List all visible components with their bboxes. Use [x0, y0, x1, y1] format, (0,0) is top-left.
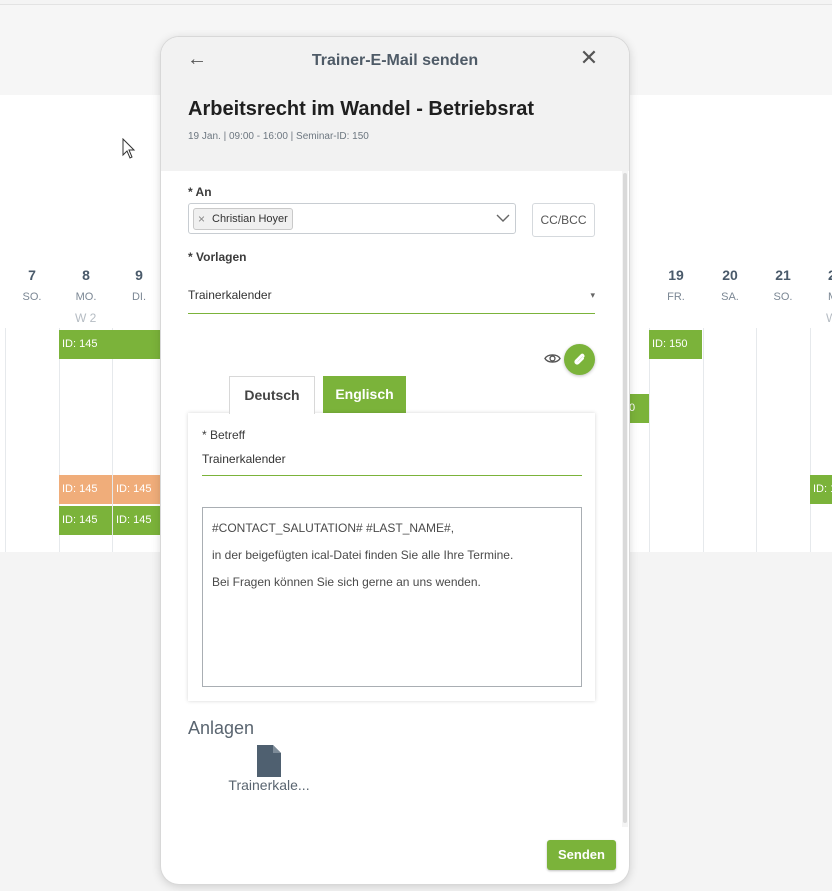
week-label: W	[826, 311, 832, 325]
calendar-column-line	[649, 328, 650, 552]
attach-button[interactable]	[564, 344, 595, 375]
send-button[interactable]: Senden	[547, 840, 616, 870]
calendar-day-header: 19 FR.	[649, 266, 703, 305]
body-line: #CONTACT_SALUTATION# #LAST_NAME#,	[212, 521, 455, 535]
attachment-name[interactable]: Trainerkale...	[223, 777, 315, 793]
tab-englisch[interactable]: Englisch	[323, 376, 406, 413]
message-body-textarea[interactable]: #CONTACT_SALUTATION# #LAST_NAME#, in der…	[202, 507, 582, 687]
calendar-event[interactable]: ID: 150	[649, 330, 702, 359]
body-line: Bei Fragen können Sie sich gerne an uns …	[212, 575, 481, 589]
calendar-day-header: 20 SA.	[703, 266, 757, 305]
day-abbr: FR.	[667, 291, 685, 303]
calendar-event[interactable]: ID: 145	[59, 475, 112, 504]
calendar-column-line	[756, 328, 757, 552]
day-abbr: SO.	[22, 291, 42, 303]
day-number: 7	[28, 267, 36, 283]
template-select[interactable]: Trainerkalender ▾	[188, 283, 595, 314]
day-number: 20	[722, 267, 738, 283]
cc-bcc-button[interactable]: CC/BCC	[532, 203, 595, 237]
paperclip-icon	[574, 353, 585, 365]
attachments-title: Anlagen	[188, 718, 255, 738]
scrollbar-thumb[interactable]	[623, 173, 627, 823]
calendar-column-line	[5, 328, 6, 552]
dialog-title: Trainer-E-Mail senden	[311, 52, 479, 69]
to-label: * An	[188, 185, 212, 199]
calendar-event[interactable]: ID: 145	[59, 330, 169, 359]
seminar-title: Arbeitsrecht im Wandel - Betriebsrat	[188, 98, 535, 120]
day-abbr: SA.	[721, 291, 739, 303]
templates-label: * Vorlagen	[188, 250, 247, 264]
calendar-column-line	[810, 328, 811, 552]
day-number: 2	[828, 267, 832, 283]
cursor-icon	[122, 138, 136, 159]
week-label: W 2	[75, 311, 97, 325]
calendar-event[interactable]: ID: 145	[59, 506, 112, 535]
calendar-day-header: 21 SO.	[756, 266, 810, 305]
day-abbr: MO.	[75, 291, 97, 303]
recipient-name: Christian Hoyer	[212, 213, 288, 225]
trainer-email-dialog: ← Trainer-E-Mail senden ✕ Arbeitsrecht i…	[161, 37, 629, 884]
calendar-day-header: 8 MO.	[59, 266, 113, 305]
close-icon[interactable]: ✕	[578, 47, 600, 69]
day-abbr: M	[828, 289, 832, 305]
seminar-meta: 19 Jan. | 09:00 - 16:00 | Seminar-ID: 15…	[188, 131, 369, 142]
calendar-day-header: 7 SO.	[5, 266, 59, 305]
template-value: Trainerkalender	[188, 288, 272, 302]
subject-input[interactable]: Trainerkalender	[202, 451, 582, 476]
calendar-event[interactable]: ID: 1	[810, 475, 832, 504]
tab-panel: * Betreff Trainerkalender #CONTACT_SALUT…	[188, 413, 595, 701]
body-line: in der beigefügten ical-Datei finden Sie…	[212, 548, 514, 562]
calendar-day-header: 2 M	[810, 266, 832, 305]
chip-remove-icon[interactable]: ×	[198, 209, 205, 229]
calendar-column-line	[703, 328, 704, 552]
subject-label: * Betreff	[202, 428, 246, 442]
day-abbr: DI.	[131, 291, 147, 303]
chevron-down-icon[interactable]	[496, 211, 510, 225]
eye-icon[interactable]	[544, 350, 561, 367]
day-number: 9	[135, 267, 143, 283]
day-number: 21	[775, 267, 791, 283]
day-number: 19	[668, 267, 684, 283]
dropdown-arrow-icon: ▾	[590, 290, 595, 300]
file-icon[interactable]	[255, 743, 283, 779]
calendar-day-header: 9 DI.	[112, 266, 166, 305]
recipient-select[interactable]: × Christian Hoyer	[188, 203, 516, 234]
day-abbr: SO.	[773, 291, 793, 303]
day-number: 8	[82, 267, 90, 283]
tab-deutsch[interactable]: Deutsch	[229, 376, 315, 414]
recipient-chip: × Christian Hoyer	[193, 208, 293, 230]
